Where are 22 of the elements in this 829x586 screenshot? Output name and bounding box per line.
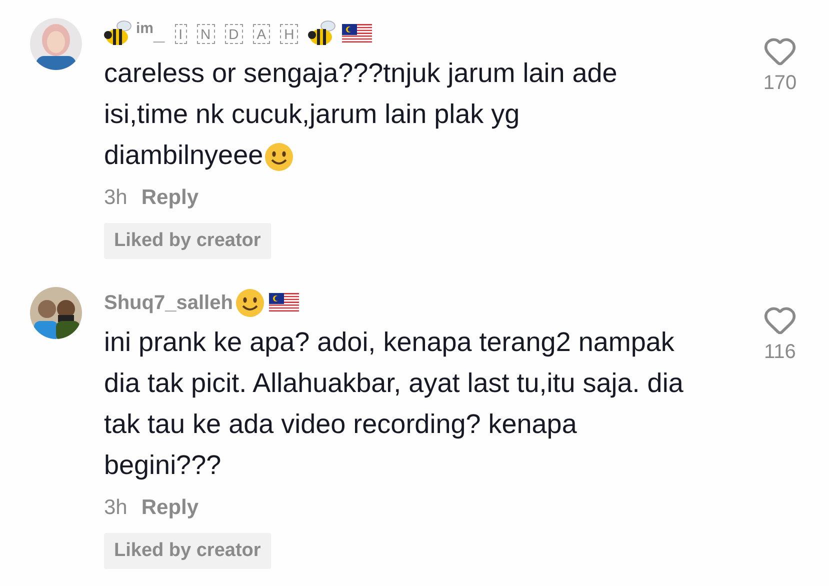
username-letter: I bbox=[174, 24, 187, 44]
comment-time: 3h bbox=[104, 495, 128, 521]
username[interactable]: $^{im}$_ bbox=[136, 19, 165, 49]
liked-by-creator-badge: Liked by creator bbox=[104, 222, 271, 259]
flag-icon bbox=[342, 24, 372, 44]
comment-text: careless or sengaja???tnjuk jarum lain ade isi,time nk cucuk,jarum lain plak yg diambilnyeee bbox=[104, 57, 618, 174]
like-count: 170 bbox=[763, 71, 797, 96]
liked-by-creator-badge: Liked by creator bbox=[104, 532, 271, 569]
comment-time: 3h bbox=[104, 185, 128, 211]
flag-icon bbox=[268, 293, 299, 313]
username-letter: H bbox=[280, 24, 298, 44]
bee-icon bbox=[308, 20, 338, 48]
reply-button[interactable]: Reply bbox=[141, 492, 199, 524]
username-letter: D bbox=[224, 24, 243, 44]
reply-button[interactable]: Reply bbox=[141, 182, 199, 214]
username-letter: A bbox=[252, 24, 270, 44]
username[interactable]: Shuq7_salleh bbox=[104, 288, 233, 318]
comment-text: ini prank ke apa? adoi, kenapa terang2 nampak dia tak picit. Allahuakbar, ayat last tu,itu saja. dia tak tau ke ada video recording? kenapa begini??? bbox=[104, 326, 684, 482]
smiley-icon bbox=[234, 288, 265, 318]
bee-icon bbox=[104, 20, 134, 48]
username-letter: N bbox=[196, 24, 215, 44]
like-count: 116 bbox=[764, 340, 796, 365]
